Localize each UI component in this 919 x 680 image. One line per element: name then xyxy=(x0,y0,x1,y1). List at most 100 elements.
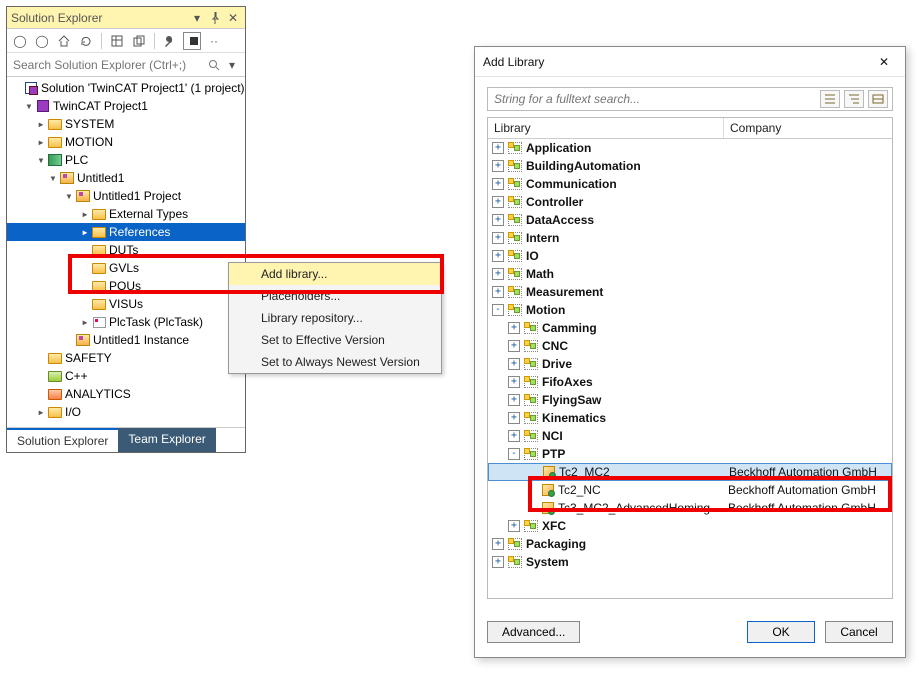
tree-external-types[interactable]: ▸External Types xyxy=(7,205,245,223)
tab-solution-explorer[interactable]: Solution Explorer xyxy=(7,428,118,452)
expand-icon[interactable]: + xyxy=(492,160,504,172)
close-icon[interactable]: ✕ xyxy=(871,51,897,73)
expand-icon[interactable]: + xyxy=(492,214,504,226)
ctx-add-library[interactable]: Add library... xyxy=(229,263,441,285)
cat-cnc[interactable]: +CNC xyxy=(488,337,892,355)
cat-math[interactable]: +Math xyxy=(488,265,892,283)
tree-analytics[interactable]: ANALYTICS xyxy=(7,385,245,403)
cat-system[interactable]: +System xyxy=(488,553,892,571)
cat-communication[interactable]: +Communication xyxy=(488,175,892,193)
cancel-button[interactable]: Cancel xyxy=(825,621,893,643)
tree-motion[interactable]: ▸MOTION xyxy=(7,133,245,151)
dialog-search[interactable] xyxy=(487,87,893,111)
cat-xfc[interactable]: +XFC xyxy=(488,517,892,535)
cat-drive[interactable]: +Drive xyxy=(488,355,892,373)
ok-button[interactable]: OK xyxy=(747,621,815,643)
collapse-icon[interactable]: - xyxy=(508,448,520,460)
expand-icon[interactable]: + xyxy=(492,556,504,568)
solution-explorer-search[interactable]: ▾ xyxy=(7,53,245,77)
tree-plc[interactable]: ▾PLC xyxy=(7,151,245,169)
search-icon[interactable] xyxy=(205,56,223,74)
tree-project[interactable]: ▾TwinCAT Project1 xyxy=(7,97,245,115)
lib-tc2-nc[interactable]: Tc2_NCBeckhoff Automation GmbH xyxy=(488,481,892,499)
view-list-icon[interactable] xyxy=(868,90,888,108)
cat-nci[interactable]: +NCI xyxy=(488,427,892,445)
cat-kinematics[interactable]: +Kinematics xyxy=(488,409,892,427)
header-library[interactable]: Library xyxy=(488,118,724,138)
expand-icon[interactable]: + xyxy=(492,250,504,262)
expand-icon[interactable]: + xyxy=(492,196,504,208)
expand-icon[interactable]: + xyxy=(492,232,504,244)
tree-pous[interactable]: POUs xyxy=(7,277,245,295)
tree-instance[interactable]: Untitled1 Instance xyxy=(7,331,245,349)
ctx-set-newest-version[interactable]: Set to Always Newest Version xyxy=(229,351,441,373)
cat-motion[interactable]: -Motion xyxy=(488,301,892,319)
wrench-icon[interactable] xyxy=(161,32,179,50)
header-company[interactable]: Company xyxy=(724,118,892,138)
close-icon[interactable]: ✕ xyxy=(225,10,241,26)
view-tree-icon[interactable] xyxy=(844,90,864,108)
tree-duts[interactable]: DUTs xyxy=(7,241,245,259)
expand-icon[interactable]: + xyxy=(508,322,520,334)
tree-plctask[interactable]: ▸PlcTask (PlcTask) xyxy=(7,313,245,331)
cat-flyingsaw[interactable]: +FlyingSaw xyxy=(488,391,892,409)
solution-icon xyxy=(25,82,37,94)
tree-io[interactable]: ▸I/O xyxy=(7,403,245,421)
more-icon[interactable]: ·· xyxy=(205,32,223,50)
tree-plc-project[interactable]: ▾Untitled1 xyxy=(7,169,245,187)
tree-system[interactable]: ▸SYSTEM xyxy=(7,115,245,133)
refresh-icon[interactable] xyxy=(77,32,95,50)
dropdown-icon[interactable]: ▾ xyxy=(189,10,205,26)
advanced-button[interactable]: Advanced... xyxy=(487,621,580,643)
cat-dataaccess[interactable]: +DataAccess xyxy=(488,211,892,229)
dialog-search-input[interactable] xyxy=(492,91,816,107)
cat-fifoaxes[interactable]: +FifoAxes xyxy=(488,373,892,391)
cat-intern[interactable]: +Intern xyxy=(488,229,892,247)
category-icon xyxy=(524,358,538,370)
lib-tc3-mc2-advhoming[interactable]: Tc3_MC2_AdvancedHomingBeckhoff Automatio… xyxy=(488,499,892,517)
cat-controller[interactable]: +Controller xyxy=(488,193,892,211)
expand-icon[interactable]: + xyxy=(508,430,520,442)
expand-icon[interactable]: + xyxy=(492,538,504,550)
tree-plc-inner[interactable]: ▾Untitled1 Project xyxy=(7,187,245,205)
view-flat-icon[interactable] xyxy=(820,90,840,108)
multi-icon[interactable] xyxy=(130,32,148,50)
search-options-icon[interactable]: ▾ xyxy=(223,56,241,74)
collapse-icon[interactable]: - xyxy=(492,304,504,316)
cat-camming[interactable]: +Camming xyxy=(488,319,892,337)
cat-building[interactable]: +BuildingAutomation xyxy=(488,157,892,175)
ctx-set-effective-version[interactable]: Set to Effective Version xyxy=(229,329,441,351)
lib-tc2-mc2[interactable]: Tc2_MC2Beckhoff Automation GmbH xyxy=(488,463,892,481)
cat-measurement[interactable]: +Measurement xyxy=(488,283,892,301)
forward-icon[interactable]: ◯ xyxy=(33,32,51,50)
expand-icon[interactable]: + xyxy=(492,178,504,190)
toggle-icon[interactable] xyxy=(183,32,201,50)
expand-icon[interactable]: + xyxy=(508,340,520,352)
ctx-library-repository[interactable]: Library repository... xyxy=(229,307,441,329)
cat-ptp[interactable]: -PTP xyxy=(488,445,892,463)
tree-references[interactable]: ▸References xyxy=(7,223,245,241)
back-icon[interactable]: ◯ xyxy=(11,32,29,50)
tab-team-explorer[interactable]: Team Explorer xyxy=(118,428,215,452)
expand-icon[interactable]: + xyxy=(508,394,520,406)
home-icon[interactable] xyxy=(55,32,73,50)
tree-safety[interactable]: SAFETY xyxy=(7,349,245,367)
expand-icon[interactable]: + xyxy=(508,520,520,532)
expand-icon[interactable]: + xyxy=(492,268,504,280)
search-input[interactable] xyxy=(11,57,205,73)
expand-icon[interactable]: + xyxy=(492,286,504,298)
scope-icon[interactable] xyxy=(108,32,126,50)
expand-icon[interactable]: + xyxy=(508,358,520,370)
tree-cpp[interactable]: C++ xyxy=(7,367,245,385)
tree-solution[interactable]: Solution 'TwinCAT Project1' (1 project) xyxy=(7,79,245,97)
pin-icon[interactable] xyxy=(207,10,223,26)
cat-packaging[interactable]: +Packaging xyxy=(488,535,892,553)
cat-io[interactable]: +IO xyxy=(488,247,892,265)
expand-icon[interactable]: + xyxy=(508,376,520,388)
tree-gvls[interactable]: GVLs xyxy=(7,259,245,277)
ctx-placeholders[interactable]: Placeholders... xyxy=(229,285,441,307)
cat-application[interactable]: +Application xyxy=(488,139,892,157)
expand-icon[interactable]: + xyxy=(492,142,504,154)
tree-visus[interactable]: VISUs xyxy=(7,295,245,313)
expand-icon[interactable]: + xyxy=(508,412,520,424)
